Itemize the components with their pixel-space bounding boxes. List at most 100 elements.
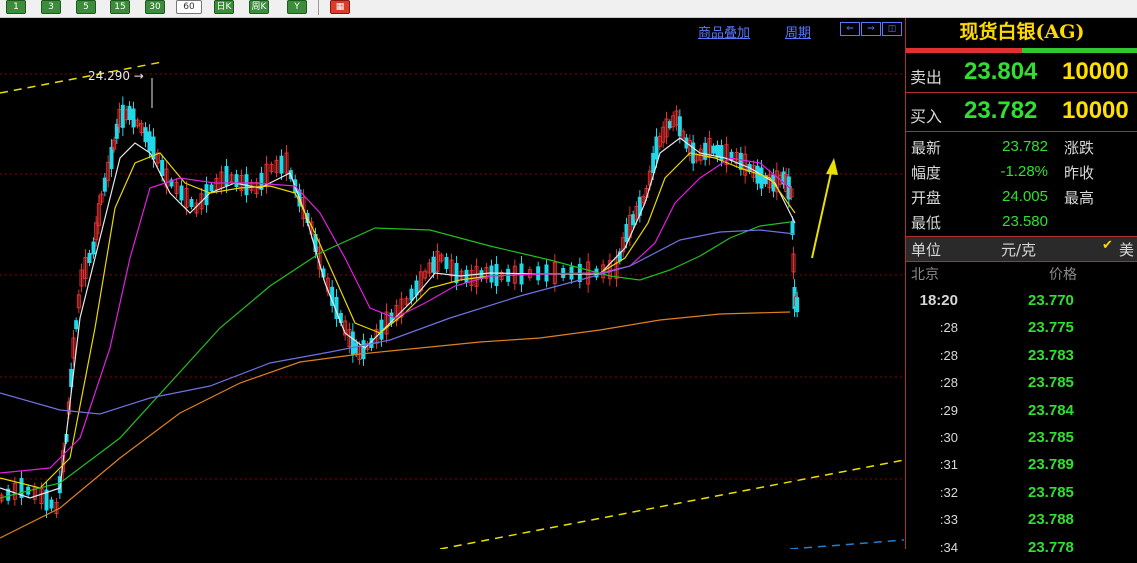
- low-label: 最低: [911, 214, 942, 232]
- candle-body: [409, 288, 414, 301]
- tick-row: :28 23.783: [906, 344, 1137, 371]
- quote-panel: 现货白银(AG) 卖出 23.804 10000 买入 23.782 10000…: [905, 18, 1137, 556]
- tick-row: :30 23.785: [906, 426, 1137, 453]
- candle-body: [464, 269, 469, 283]
- chart-nav-controls: ⇐ ⇒ ◫: [840, 22, 902, 36]
- candle-body: [444, 257, 449, 269]
- layout-toggle-icon[interactable]: ◫: [882, 22, 902, 36]
- instrument-title: 现货白银(AG): [959, 21, 1085, 43]
- candle-body: [719, 145, 724, 161]
- candle-body: [87, 253, 92, 263]
- candle-body: [234, 174, 239, 188]
- candle-body: [494, 264, 499, 286]
- period-button[interactable]: 3: [41, 0, 61, 14]
- candle-body: [414, 280, 419, 296]
- annotation-arrow-head: [826, 158, 838, 175]
- tick-time: :34: [939, 539, 958, 555]
- candle-body: [361, 340, 366, 360]
- high-price-marker: 24.290 →: [88, 69, 144, 83]
- candlestick-chart[interactable]: 商品叠加 周期 ⇐ ⇒ ◫ 24.290 →: [0, 18, 905, 550]
- candle-body: [109, 147, 114, 169]
- unit-label: 单位: [911, 241, 942, 259]
- tick-row: 18:20 23.770: [906, 289, 1137, 316]
- unit-value: 元/克: [1001, 241, 1037, 259]
- latest-label: 最新: [911, 139, 942, 157]
- period-button[interactable]: 周K: [249, 0, 269, 14]
- candle-body: [189, 199, 194, 207]
- candle-body: [131, 108, 136, 128]
- scroll-right-icon[interactable]: ⇒: [861, 22, 881, 36]
- blue-trendline: [789, 539, 905, 550]
- checkmark-icon[interactable]: ✔: [1102, 238, 1113, 253]
- buy-ratio-bar: [1022, 48, 1137, 53]
- low-value: 23.580: [1002, 213, 1048, 230]
- period-link[interactable]: 周期: [785, 22, 811, 41]
- period-button[interactable]: 日K: [214, 0, 234, 14]
- candle-body: [279, 155, 284, 174]
- tick-time: :29: [939, 402, 958, 418]
- tick-price: 23.785: [1028, 374, 1074, 392]
- candle-body: [729, 151, 734, 161]
- sell-price: 23.804: [964, 58, 1038, 85]
- buy-price: 23.782: [964, 97, 1038, 124]
- tick-price: 23.784: [1028, 401, 1074, 419]
- period-button[interactable]: 1: [6, 0, 26, 14]
- tick-row: :31 23.789: [906, 453, 1137, 480]
- change-label: 涨跌: [1064, 139, 1095, 157]
- sell-ratio-bar: [906, 48, 1022, 53]
- sell-quote-row[interactable]: 卖出 23.804 10000: [906, 56, 1137, 93]
- open-label: 开盘: [911, 189, 942, 207]
- candle-body: [431, 256, 436, 273]
- candle-body: [651, 153, 656, 173]
- tick-row: :28 23.785: [906, 371, 1137, 398]
- overlay-commodity-link[interactable]: 商品叠加: [698, 22, 750, 41]
- candle-body: [738, 152, 743, 170]
- period-button[interactable]: Y: [287, 0, 307, 14]
- tick-time: :28: [939, 320, 958, 336]
- lower-trendline: [439, 459, 905, 550]
- chart-canvas: [0, 61, 905, 550]
- tick-row: :32 23.785: [906, 481, 1137, 508]
- period-button[interactable]: 60: [176, 0, 202, 14]
- candle-body: [74, 320, 79, 330]
- tick-row: :33 23.788: [906, 508, 1137, 535]
- candle-body: [759, 167, 764, 189]
- candle-body: [795, 297, 800, 313]
- tick-price: 23.783: [1028, 346, 1074, 364]
- ticks-header: 北京 价格: [906, 264, 1137, 286]
- candle-body: [631, 214, 636, 226]
- period-button[interactable]: 30: [145, 0, 165, 14]
- open-value: 24.005: [1002, 188, 1048, 205]
- prev-close-label: 昨收: [1064, 164, 1095, 182]
- candle-body: [711, 145, 716, 154]
- toolbar-separator: [318, 0, 319, 15]
- annotation-arrow: [811, 167, 833, 259]
- period-button[interactable]: 15: [110, 0, 130, 14]
- tick-price: 23.778: [1028, 538, 1074, 556]
- usd-toggle[interactable]: 美: [1119, 239, 1134, 260]
- tick-price: 23.788: [1028, 511, 1074, 529]
- tick-price: 23.770: [1028, 292, 1074, 309]
- candle-body: [49, 499, 54, 509]
- tick-time: :33: [939, 512, 958, 528]
- ticks-price-header: 价格: [1049, 267, 1077, 283]
- range-value: -1.28%: [1000, 163, 1048, 180]
- buy-quote-row[interactable]: 买入 23.782 10000: [906, 95, 1137, 132]
- period-button[interactable]: 5: [76, 0, 96, 14]
- candle-body: [654, 136, 659, 160]
- buy-label: 买入: [910, 107, 943, 126]
- tick-price: 23.789: [1028, 456, 1074, 474]
- calendar-icon[interactable]: ▦: [330, 0, 350, 14]
- candle-body: [489, 265, 494, 283]
- scroll-left-icon[interactable]: ⇐: [840, 22, 860, 36]
- ma-blue-line: [0, 229, 796, 415]
- tick-time: :28: [939, 375, 958, 391]
- tick-time: :31: [939, 457, 958, 473]
- tick-row: :28 23.775: [906, 316, 1137, 343]
- tick-time: 18:20: [919, 292, 958, 309]
- candle-body: [536, 266, 541, 281]
- tick-time: :28: [939, 347, 958, 363]
- candle-body: [91, 241, 96, 255]
- period-toolbar: 1 3 5 15 30 60 日K 周K Y ▦: [0, 0, 1137, 18]
- tick-price: 23.785: [1028, 429, 1074, 446]
